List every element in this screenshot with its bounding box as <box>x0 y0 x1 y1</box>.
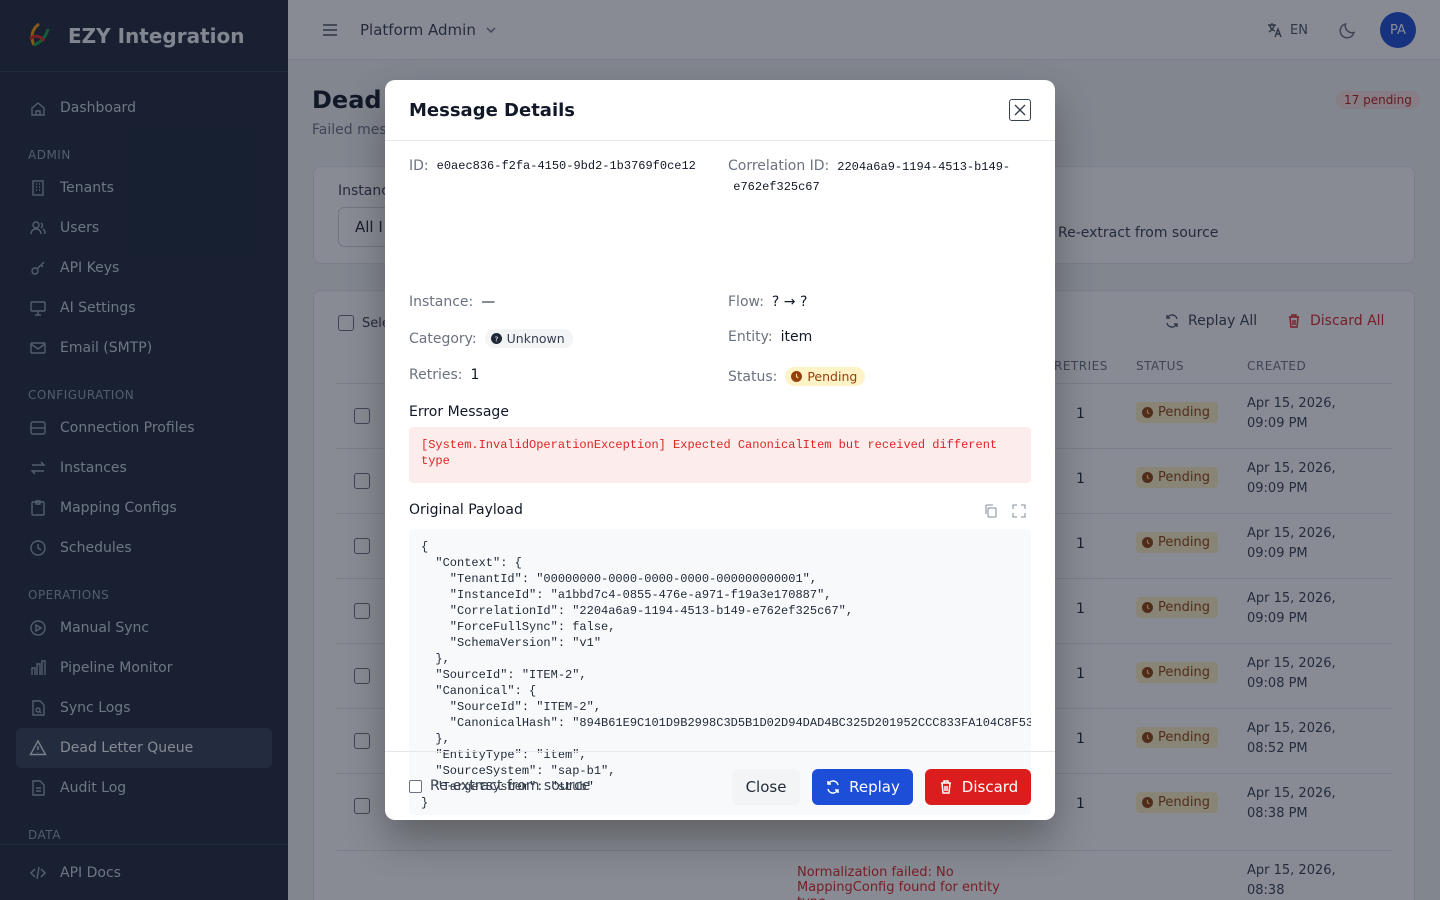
retries-value: 1 <box>470 367 480 383</box>
error-message-box: [System.InvalidOperationException] Expec… <box>409 427 1031 483</box>
field-id: ID: e0aec836-f2fa-4150-9bd2-1b3769f0ce12 <box>409 158 696 174</box>
correlation-value-line1: 2204a6a9-1194-4513-b149- <box>837 160 1011 174</box>
reextract-checkbox[interactable] <box>409 779 422 793</box>
modal-title: Message Details <box>409 99 576 121</box>
modal-footer: Re-extract from source Close Replay Disc… <box>385 751 1055 820</box>
field-category: Category: ? Unknown <box>409 329 573 348</box>
field-flow: Flow: ? → ? <box>728 294 807 310</box>
discard-button[interactable]: Discard <box>925 769 1031 805</box>
flow-label: Flow: <box>728 294 764 310</box>
status-value: Pending <box>807 369 858 384</box>
field-status: Status: Pending <box>728 367 866 386</box>
copy-icon[interactable] <box>983 503 999 519</box>
field-correlation-id: Correlation ID: 2204a6a9-1194-4513-b149-… <box>728 158 1010 197</box>
question-circle-icon: ? <box>490 333 502 344</box>
error-message-title: Error Message <box>409 404 509 420</box>
retries-label: Retries: <box>409 367 463 383</box>
trash-icon <box>940 780 951 794</box>
category-label: Category: <box>409 330 477 347</box>
entity-value: item <box>780 329 813 345</box>
category-badge: ? Unknown <box>484 329 573 348</box>
message-details-modal: Message Details ID: e0aec836-f2fa-4150-9… <box>385 80 1055 820</box>
category-value: Unknown <box>506 331 565 346</box>
svg-text:?: ? <box>494 334 498 343</box>
entity-label: Entity: <box>728 329 773 345</box>
id-label: ID: <box>409 158 429 174</box>
field-instance-row: Instance: — <box>409 294 495 310</box>
status-label: Status: <box>728 368 778 385</box>
expand-icon[interactable] <box>1011 503 1027 519</box>
modal-header: Message Details <box>385 80 1055 141</box>
status-badge: Pending <box>785 367 866 386</box>
discard-label: Discard <box>961 778 1019 796</box>
reextract-label: Re-extract from source <box>430 778 591 794</box>
correlation-label: Correlation ID: <box>728 158 830 174</box>
id-value: e0aec836-f2fa-4150-9bd2-1b3769f0ce12 <box>436 159 696 173</box>
correlation-value-line2: e762ef325c67 <box>733 180 820 194</box>
instance-label: Instance: <box>409 294 474 310</box>
replay-label: Replay <box>849 778 900 796</box>
flow-value: ? → ? <box>771 294 808 310</box>
replay-button[interactable]: Replay <box>812 769 913 805</box>
field-entity: Entity: item <box>728 329 812 345</box>
clock-icon <box>791 371 803 382</box>
field-retries: Retries: 1 <box>409 367 479 383</box>
instance-value: — <box>481 294 496 310</box>
reextract-option[interactable]: Re-extract from source <box>409 778 590 794</box>
close-button[interactable] <box>1009 99 1031 121</box>
error-message-text: [System.InvalidOperationException] Expec… <box>421 438 998 468</box>
payload-title: Original Payload <box>409 502 523 518</box>
close-dialog-button[interactable]: Close <box>732 769 800 805</box>
close-icon <box>1014 104 1026 116</box>
refresh-icon <box>827 780 839 794</box>
